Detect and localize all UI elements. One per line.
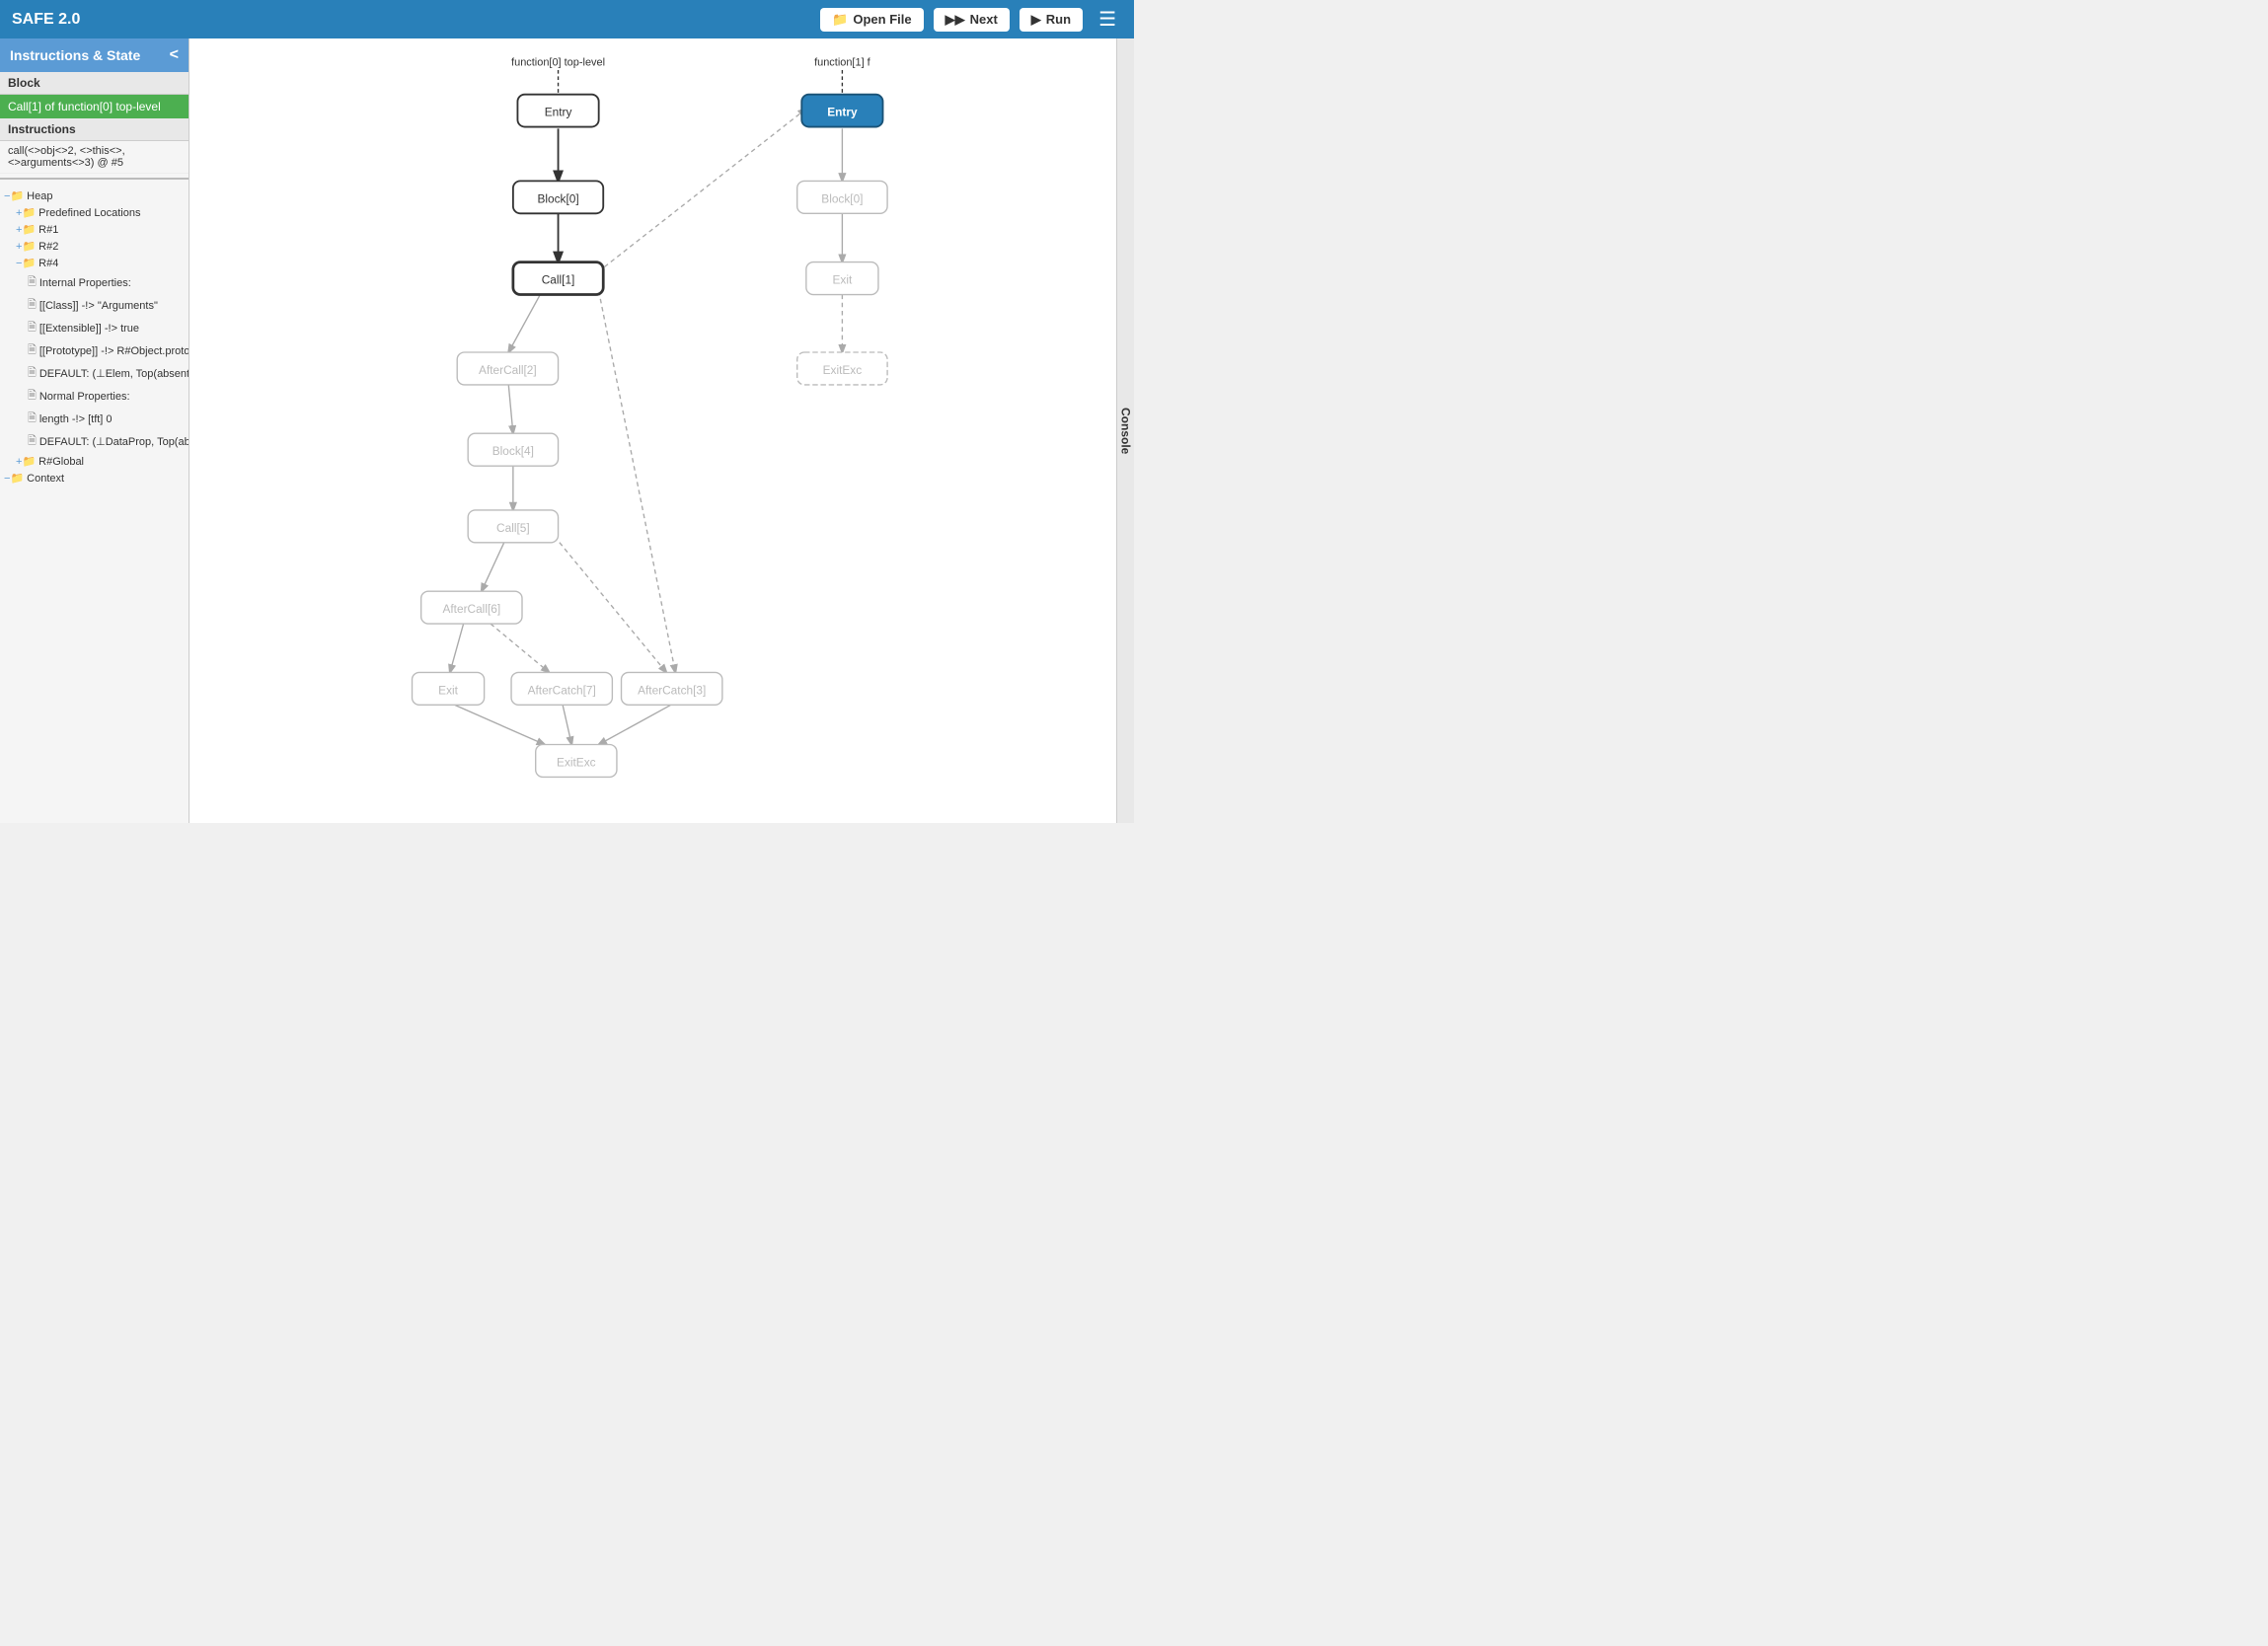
file-icon: 🗎 (28, 364, 37, 383)
svg-text:Entry: Entry (545, 106, 572, 119)
folder-icon: 📁 (10, 189, 24, 202)
list-item: + 📁 R#Global (0, 453, 189, 470)
list-item: 🗎 length -!> [tft] 0 (0, 408, 189, 430)
svg-text:AfterCatch[7]: AfterCatch[7] (528, 683, 596, 697)
svg-text:Block[0]: Block[0] (537, 191, 578, 205)
svg-text:Call[5]: Call[5] (496, 521, 530, 535)
list-item: + 📁 R#2 (0, 238, 189, 255)
file-icon: 🗎 (28, 296, 37, 315)
svg-text:Exit: Exit (438, 683, 458, 697)
svg-text:Exit: Exit (833, 273, 853, 287)
svg-text:AfterCall[2]: AfterCall[2] (479, 363, 537, 377)
file-icon: 🗎 (28, 319, 37, 337)
header: SAFE 2.0 📁 Open File ▶▶ Next ▶ Run ☰ (0, 0, 1134, 38)
list-item: + 📁 Predefined Locations (0, 204, 189, 221)
file-icon: 🗎 (28, 432, 37, 451)
list-item: − 📁 R#4 (0, 255, 189, 271)
svg-text:ExitExc: ExitExc (823, 363, 863, 377)
sidebar-collapse-button[interactable]: < (170, 46, 179, 64)
svg-text:AfterCall[6]: AfterCall[6] (442, 602, 500, 616)
sidebar: Instructions & State < Block Call[1] of … (0, 38, 189, 823)
list-item: 🗎 Internal Properties: (0, 271, 189, 294)
cfg-content-area[interactable]: function[0] top-level function[1] f (189, 38, 1116, 823)
block-section-label: Block (0, 72, 189, 95)
func0-label: function[0] top-level (511, 56, 605, 68)
svg-text:AfterCatch[3]: AfterCatch[3] (638, 683, 706, 697)
folder-icon: 📁 (22, 223, 36, 236)
list-item: 🗎 [[Extensible]] -!> true (0, 317, 189, 339)
open-file-button[interactable]: 📁 Open File (820, 8, 923, 32)
folder-icon: 📁 (22, 206, 36, 219)
func1-label: function[1] f (814, 56, 871, 68)
svg-text:Block[0]: Block[0] (821, 191, 863, 205)
list-item: − 📁 Context (0, 470, 189, 486)
list-item: 🗎 DEFAULT: (⊥Elem, Top(absent)) (0, 362, 189, 385)
folder-icon: 📁 (22, 257, 36, 269)
next-icon: ▶▶ (945, 12, 965, 28)
file-icon: 🗎 (28, 273, 37, 292)
heap-section: − 📁 Heap + 📁 Predefined Locations + 📁 R#… (0, 184, 189, 823)
cfg-svg: function[0] top-level function[1] f (189, 38, 1116, 823)
console-label: Console (1119, 408, 1133, 454)
svg-text:Entry: Entry (827, 106, 858, 119)
open-file-icon: 📁 (832, 12, 848, 28)
list-item: 🗎 [[Class]] -!> "Arguments" (0, 294, 189, 317)
menu-button[interactable]: ☰ (1093, 7, 1122, 32)
main-layout: Instructions & State < Block Call[1] of … (0, 38, 1134, 823)
console-panel[interactable]: Console (1116, 38, 1134, 823)
file-icon: 🗎 (28, 387, 37, 406)
sidebar-title: Instructions & State (10, 47, 140, 63)
next-button[interactable]: ▶▶ Next (934, 8, 1010, 32)
active-call-item: Call[1] of function[0] top-level (0, 95, 189, 118)
svg-text:Call[1]: Call[1] (542, 273, 575, 287)
app-title: SAFE 2.0 (12, 11, 810, 29)
list-item: 🗎 Normal Properties: (0, 385, 189, 408)
cfg-diagram: function[0] top-level function[1] f (189, 38, 1116, 823)
folder-icon: 📁 (10, 472, 24, 485)
svg-text:ExitExc: ExitExc (557, 755, 596, 769)
folder-icon: 📁 (22, 455, 36, 468)
folder-icon: 📁 (22, 240, 36, 253)
list-item: + 📁 R#1 (0, 221, 189, 238)
run-icon: ▶ (1031, 12, 1041, 28)
file-icon: 🗎 (28, 341, 37, 360)
run-button[interactable]: ▶ Run (1020, 8, 1083, 32)
list-item: 🗎 [[Prototype]] -!> R#Object.prototype (0, 339, 189, 362)
sidebar-header: Instructions & State < (0, 38, 189, 72)
instruction-text: call(<>obj<>2, <>this<>, <>arguments<>3)… (0, 141, 189, 174)
instructions-label: Instructions (0, 118, 189, 141)
list-item: − 📁 Heap (0, 187, 189, 204)
file-icon: 🗎 (28, 410, 37, 428)
list-item: 🗎 DEFAULT: (⊥DataProp, Top(absent)) (0, 430, 189, 453)
svg-text:Block[4]: Block[4] (492, 444, 534, 458)
